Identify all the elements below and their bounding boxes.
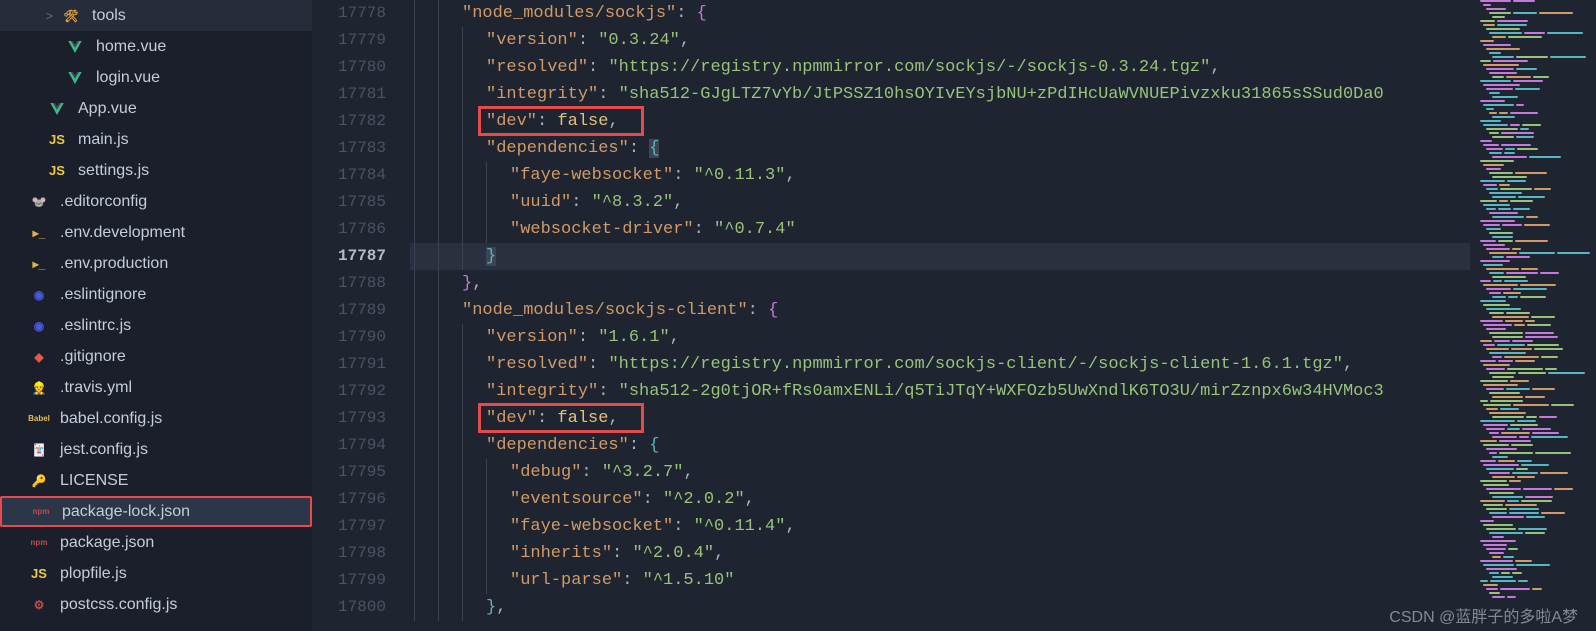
code-editor[interactable]: 1777817779177801778117782177831778417785… xyxy=(312,0,1596,631)
code-line[interactable]: "websocket-driver": "^0.7.4" xyxy=(410,216,1470,243)
file-.env.production[interactable]: ▸_.env.production xyxy=(0,248,312,279)
file-home.vue[interactable]: home.vue xyxy=(0,31,312,62)
line-number: 17795 xyxy=(312,459,386,486)
line-number: 17786 xyxy=(312,216,386,243)
code-line[interactable]: "inherits": "^2.0.4", xyxy=(410,540,1470,567)
code-line[interactable]: }, xyxy=(410,270,1470,297)
line-number: 17797 xyxy=(312,513,386,540)
file-.eslintrc.js[interactable]: ◉.eslintrc.js xyxy=(0,310,312,341)
code-line[interactable]: "resolved": "https://registry.npmmirror.… xyxy=(410,351,1470,378)
code-line[interactable]: "version": "1.6.1", xyxy=(410,324,1470,351)
code-line[interactable]: "version": "0.3.24", xyxy=(410,27,1470,54)
line-number: 17782 xyxy=(312,108,386,135)
line-number: 17799 xyxy=(312,567,386,594)
line-number: 17798 xyxy=(312,540,386,567)
file-plopfile.js[interactable]: JSplopfile.js xyxy=(0,558,312,589)
line-gutter: 1777817779177801778117782177831778417785… xyxy=(312,0,410,631)
file-.eslintignore[interactable]: ◉.eslintignore xyxy=(0,279,312,310)
line-number: 17787 xyxy=(312,243,386,270)
code-line[interactable]: "dev": false, xyxy=(410,108,1470,135)
line-number: 17790 xyxy=(312,324,386,351)
file-App.vue[interactable]: App.vue xyxy=(0,93,312,124)
line-number: 17783 xyxy=(312,135,386,162)
code-line[interactable]: "url-parse": "^1.5.10" xyxy=(410,567,1470,594)
line-number: 17781 xyxy=(312,81,386,108)
code-line[interactable]: "dependencies": { xyxy=(410,135,1470,162)
code-line[interactable]: "uuid": "^8.3.2", xyxy=(410,189,1470,216)
line-number: 17784 xyxy=(312,162,386,189)
file-tools[interactable]: >🛠tools xyxy=(0,0,312,31)
code-line[interactable]: "dependencies": { xyxy=(410,432,1470,459)
code-line[interactable]: "integrity": "sha512-GJgLTZ7vYb/JtPSSZ10… xyxy=(410,81,1470,108)
code-line[interactable]: "eventsource": "^2.0.2", xyxy=(410,486,1470,513)
line-number: 17800 xyxy=(312,594,386,621)
line-number: 17785 xyxy=(312,189,386,216)
code-line[interactable]: }, xyxy=(410,594,1470,621)
line-number: 17794 xyxy=(312,432,386,459)
code-line[interactable]: } xyxy=(410,243,1470,270)
code-area[interactable]: "node_modules/sockjs": {"version": "0.3.… xyxy=(410,0,1470,631)
line-number: 17788 xyxy=(312,270,386,297)
line-number: 17780 xyxy=(312,54,386,81)
file-settings.js[interactable]: JSsettings.js xyxy=(0,155,312,186)
minimap[interactable] xyxy=(1470,0,1596,631)
code-line[interactable]: "faye-websocket": "^0.11.3", xyxy=(410,162,1470,189)
code-line[interactable]: "dev": false, xyxy=(410,405,1470,432)
file-jest.config.js[interactable]: 🃏jest.config.js xyxy=(0,434,312,465)
file-explorer[interactable]: >🛠toolshome.vuelogin.vueApp.vueJSmain.js… xyxy=(0,0,312,631)
code-line[interactable]: "node_modules/sockjs": { xyxy=(410,0,1470,27)
file-postcss.config.js[interactable]: ⚙postcss.config.js xyxy=(0,589,312,620)
line-number: 17789 xyxy=(312,297,386,324)
code-line[interactable]: "node_modules/sockjs-client": { xyxy=(410,297,1470,324)
code-line[interactable]: "resolved": "https://registry.npmmirror.… xyxy=(410,54,1470,81)
line-number: 17793 xyxy=(312,405,386,432)
file-babel.config.js[interactable]: Babelbabel.config.js xyxy=(0,403,312,434)
file-.gitignore[interactable]: ◆.gitignore xyxy=(0,341,312,372)
file-.travis.yml[interactable]: 👷.travis.yml xyxy=(0,372,312,403)
line-number: 17796 xyxy=(312,486,386,513)
code-line[interactable]: "debug": "^3.2.7", xyxy=(410,459,1470,486)
file-package-lock.json[interactable]: npmpackage-lock.json xyxy=(0,496,312,527)
file-.env.development[interactable]: ▸_.env.development xyxy=(0,217,312,248)
file-LICENSE[interactable]: 🔑LICENSE xyxy=(0,465,312,496)
line-number: 17792 xyxy=(312,378,386,405)
file-login.vue[interactable]: login.vue xyxy=(0,62,312,93)
line-number: 17778 xyxy=(312,0,386,27)
file-.editorconfig[interactable]: 🐭.editorconfig xyxy=(0,186,312,217)
file-package.json[interactable]: npmpackage.json xyxy=(0,527,312,558)
file-main.js[interactable]: JSmain.js xyxy=(0,124,312,155)
line-number: 17791 xyxy=(312,351,386,378)
line-number: 17779 xyxy=(312,27,386,54)
code-line[interactable]: "integrity": "sha512-2g0tjOR+fRs0amxENLi… xyxy=(410,378,1470,405)
code-line[interactable]: "faye-websocket": "^0.11.4", xyxy=(410,513,1470,540)
